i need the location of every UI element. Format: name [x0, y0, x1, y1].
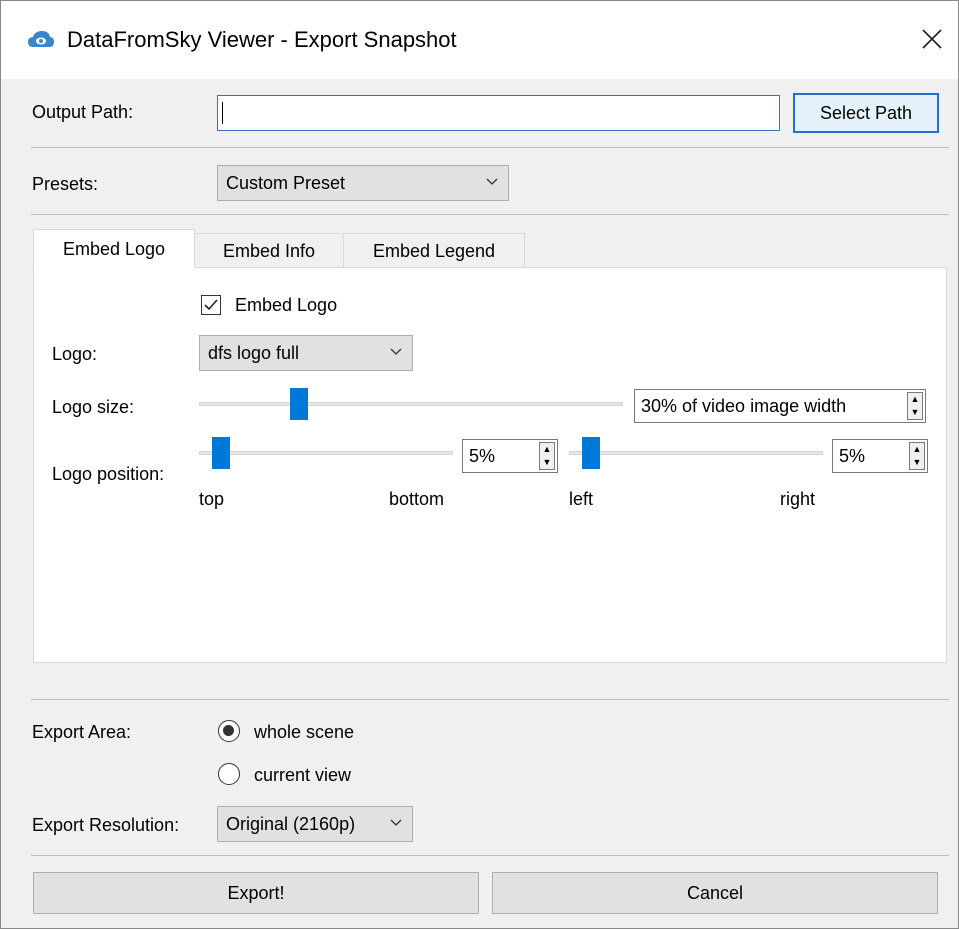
divider — [31, 214, 949, 215]
horizontal-position-spinbox[interactable]: 5% ▲ ▼ — [832, 439, 928, 473]
output-path-input[interactable] — [217, 95, 780, 131]
export-resolution-dropdown[interactable]: Original (2160p) — [217, 806, 413, 842]
close-button[interactable] — [912, 19, 952, 59]
presets-dropdown[interactable]: Custom Preset — [217, 165, 509, 201]
spin-down-icon[interactable]: ▼ — [540, 456, 554, 469]
presets-selected: Custom Preset — [226, 172, 346, 193]
window-title: DataFromSky Viewer - Export Snapshot — [67, 27, 457, 52]
spin-down-icon[interactable]: ▼ — [910, 456, 924, 469]
logo-size-label: Logo size: — [52, 397, 135, 417]
logo-size-slider-track[interactable] — [199, 402, 623, 406]
title-bar: DataFromSky Viewer - Export Snapshot — [1, 1, 958, 79]
tab-embed-logo[interactable]: Embed Logo — [33, 229, 195, 269]
logo-size-value: 30% of video image width — [641, 395, 847, 416]
text-caret — [222, 102, 223, 124]
embed-logo-checkbox-label: Embed Logo — [235, 295, 338, 315]
spin-arrows: ▲ ▼ — [907, 392, 923, 420]
select-path-button[interactable]: Select Path — [793, 93, 939, 133]
logo-position-label: Logo position: — [52, 464, 165, 484]
position-bottom-label: bottom — [389, 489, 445, 509]
tab-embed-info[interactable]: Embed Info — [194, 233, 344, 269]
vertical-position-slider-track[interactable] — [199, 451, 453, 455]
embed-logo-checkbox[interactable] — [201, 295, 221, 315]
export-snapshot-dialog: DataFromSky Viewer - Export Snapshot Out… — [0, 0, 959, 929]
vertical-position-value: 5% — [469, 445, 496, 466]
export-resolution-selected: Original (2160p) — [226, 813, 356, 834]
output-path-field[interactable] — [218, 96, 779, 130]
radio-whole-scene[interactable] — [218, 720, 240, 742]
cloud-eye-icon — [28, 31, 54, 47]
cancel-button[interactable]: Cancel — [492, 872, 938, 914]
logo-size-slider-handle[interactable] — [290, 388, 308, 420]
radio-whole-scene-label: whole scene — [254, 722, 355, 742]
vertical-position-slider-handle[interactable] — [212, 437, 230, 469]
export-area-label: Export Area: — [32, 722, 132, 742]
spin-up-icon[interactable]: ▲ — [910, 443, 924, 456]
horizontal-position-slider-track[interactable] — [569, 451, 823, 455]
logo-dropdown[interactable]: dfs logo full — [199, 335, 413, 371]
radio-current-view-label: current view — [254, 765, 352, 785]
chevron-down-icon — [390, 348, 402, 355]
checkmark-icon — [204, 299, 218, 311]
spin-arrows: ▲ ▼ — [539, 442, 555, 470]
logo-size-spinbox[interactable]: 30% of video image width ▲ ▼ — [634, 389, 926, 423]
vertical-position-spinbox[interactable]: 5% ▲ ▼ — [462, 439, 558, 473]
export-button[interactable]: Export! — [33, 872, 479, 914]
divider — [31, 855, 949, 856]
chevron-down-icon — [390, 819, 402, 826]
position-top-label: top — [199, 489, 225, 509]
logo-label: Logo: — [52, 344, 98, 364]
position-left-label: left — [569, 489, 594, 509]
chevron-down-icon — [486, 178, 498, 185]
divider — [31, 699, 949, 700]
radio-current-view[interactable] — [218, 763, 240, 785]
divider — [31, 147, 949, 148]
tab-embed-legend[interactable]: Embed Legend — [343, 233, 525, 269]
position-right-label: right — [780, 489, 816, 509]
spin-down-icon[interactable]: ▼ — [908, 406, 922, 419]
presets-label: Presets: — [32, 174, 99, 194]
spin-up-icon[interactable]: ▲ — [908, 393, 922, 406]
horizontal-position-slider-handle[interactable] — [582, 437, 600, 469]
horizontal-position-value: 5% — [839, 445, 866, 466]
export-resolution-label: Export Resolution: — [32, 815, 180, 835]
spin-arrows: ▲ ▼ — [909, 442, 925, 470]
output-path-label: Output Path: — [32, 102, 134, 122]
spin-up-icon[interactable]: ▲ — [540, 443, 554, 456]
close-icon — [922, 29, 942, 49]
logo-selected: dfs logo full — [208, 342, 300, 363]
